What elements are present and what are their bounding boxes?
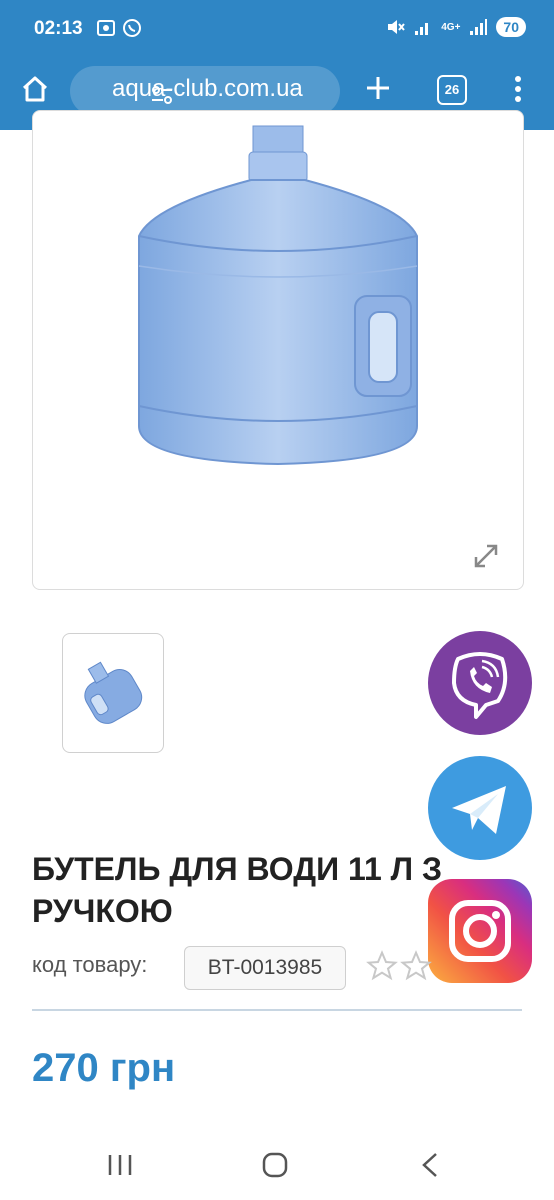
divider	[32, 1009, 522, 1011]
viber-icon	[452, 652, 508, 719]
viber-button[interactable]	[428, 631, 532, 735]
system-nav-bar	[0, 1130, 554, 1200]
thumbnail-bottle-image	[84, 661, 143, 724]
star-icon[interactable]	[400, 950, 432, 982]
product-code: BT-0013985	[184, 946, 346, 990]
telegram-button[interactable]	[428, 756, 532, 860]
recent-apps-icon[interactable]	[106, 1152, 134, 1178]
bottle-image	[138, 125, 418, 466]
home-nav-icon[interactable]	[262, 1152, 288, 1178]
product-image-frame[interactable]	[32, 110, 524, 590]
product-price: 270 грн	[32, 1046, 176, 1090]
header-spacer	[0, 0, 554, 130]
expand-image-icon[interactable]	[473, 543, 499, 569]
telegram-icon	[452, 786, 506, 834]
product-title: БУТЕЛЬ ДЛЯ ВОДИ 11 Л З РУЧКОЮ	[32, 851, 443, 929]
star-icon[interactable]	[366, 950, 398, 982]
product-thumbnail[interactable]	[62, 633, 164, 753]
back-icon[interactable]	[420, 1152, 440, 1178]
product-code-label: код товару:	[32, 952, 148, 977]
rating-stars[interactable]	[366, 950, 432, 982]
